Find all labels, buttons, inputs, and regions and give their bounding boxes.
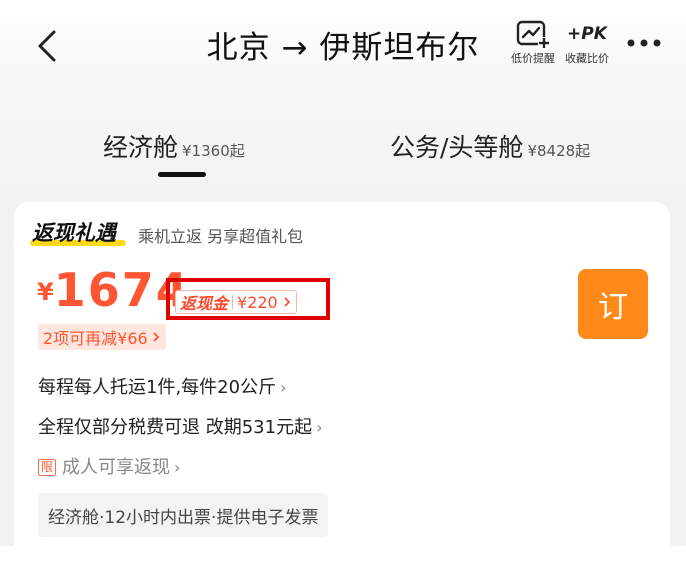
- tab-economy-price: ¥1360起: [182, 142, 245, 160]
- refund-info[interactable]: 全程仅部分税费可退 改期531元起 ›: [38, 413, 322, 439]
- service-tag: 经济舱·12小时内出票·提供电子发票: [38, 493, 329, 537]
- discount-text: 2项可再减¥66: [43, 329, 148, 348]
- baggage-info[interactable]: 每程每人托运1件,每件20公斤 ›: [38, 373, 286, 399]
- refund-text: 全程仅部分税费可退 改期531元起: [38, 417, 313, 438]
- compare-label: 收藏比价: [565, 52, 609, 65]
- pk-icon: +PK: [567, 24, 607, 44]
- tab-business[interactable]: 公务/头等舱 ¥8428起: [390, 128, 590, 164]
- highlight-box: [166, 278, 330, 320]
- promo-title: 返现礼遇: [32, 221, 116, 245]
- tab-economy[interactable]: 经济舱 ¥1360起: [103, 128, 245, 164]
- limit-badge: 限: [38, 459, 57, 476]
- baggage-text: 每程每人托运1件,每件20公斤: [38, 377, 277, 398]
- price-alert-button[interactable]: 低价提醒: [508, 18, 558, 66]
- adult-cashback-text: 成人可享返现: [62, 457, 171, 478]
- price-currency: ¥: [37, 278, 54, 306]
- adult-cashback-info[interactable]: 限成人可享返现 ›: [38, 453, 180, 479]
- chevron-right-icon: [153, 332, 160, 342]
- discount-tag[interactable]: 2项可再减¥66: [38, 324, 166, 350]
- chevron-right-icon: ›: [316, 418, 323, 437]
- tab-business-label: 公务/头等舱: [390, 133, 524, 162]
- promo-subtitle: 乘机立返 另享超值礼包: [138, 227, 304, 246]
- chevron-right-icon: ›: [174, 458, 181, 477]
- compare-button[interactable]: +PK 收藏比价: [562, 18, 612, 66]
- price-alert-icon: [516, 20, 550, 49]
- book-button[interactable]: 订: [578, 269, 648, 339]
- tab-economy-label: 经济舱: [103, 133, 179, 162]
- tab-business-price: ¥8428起: [527, 142, 591, 160]
- active-tab-indicator: [158, 172, 206, 177]
- more-icon[interactable]: [624, 36, 664, 50]
- chevron-right-icon: ›: [280, 378, 287, 397]
- price-alert-label: 低价提醒: [511, 52, 555, 65]
